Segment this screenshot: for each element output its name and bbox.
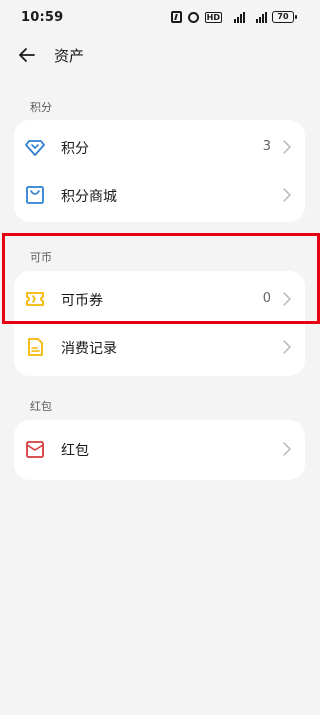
list-item-points[interactable]: 积分 3: [14, 123, 305, 171]
list-item-label: 红包: [61, 443, 89, 459]
chevron-right-icon: [283, 140, 292, 154]
list-item-label: 可币券: [61, 293, 103, 309]
list-item-label: 消费记录: [61, 341, 117, 357]
header: 资产: [0, 38, 320, 72]
back-arrow-icon: [19, 48, 35, 62]
status-icons: HD 70: [170, 11, 297, 23]
section-label-coins: 可币: [30, 251, 52, 264]
hd-icon: HD: [204, 11, 222, 23]
page-title: 资产: [54, 47, 85, 65]
list-item-spending-records[interactable]: 消费记录: [14, 323, 305, 371]
red-packet-card: 红包: [14, 420, 305, 480]
list-item-label: 积分商城: [61, 189, 117, 205]
section-label-red-packets: 红包: [30, 400, 52, 413]
coins-card: 可币券 0 消费记录: [14, 271, 305, 376]
list-item-value: 0: [262, 291, 271, 306]
section-label-points: 积分: [30, 101, 52, 114]
alarm-icon: [187, 11, 199, 23]
nfc-icon: [170, 11, 182, 23]
list-item-value: 3: [262, 139, 271, 154]
list-item-red-packet[interactable]: 红包: [14, 425, 305, 473]
list-item-points-mall[interactable]: 积分商城: [14, 171, 305, 219]
points-card: 积分 3 积分商城: [14, 120, 305, 222]
list-item-coupons[interactable]: 可币券 0: [14, 275, 305, 323]
battery-level: 70: [277, 12, 289, 21]
envelope-icon: [26, 441, 44, 458]
list-item-label: 积分: [61, 141, 89, 157]
chevron-right-icon: [283, 188, 292, 202]
signal-icon: [250, 11, 267, 23]
chevron-right-icon: [283, 292, 292, 306]
status-bar: 10:59 HD 70: [0, 0, 320, 36]
back-button[interactable]: [14, 42, 40, 68]
diamond-icon: [25, 140, 45, 156]
chevron-right-icon: [283, 340, 292, 354]
document-icon: [28, 338, 43, 356]
signal-icon: [228, 11, 245, 23]
battery-icon: 70: [272, 11, 297, 23]
ticket-icon: [26, 292, 44, 306]
chevron-right-icon: [283, 442, 292, 456]
status-time: 10:59: [21, 10, 64, 25]
shopping-bag-icon: [26, 186, 44, 204]
